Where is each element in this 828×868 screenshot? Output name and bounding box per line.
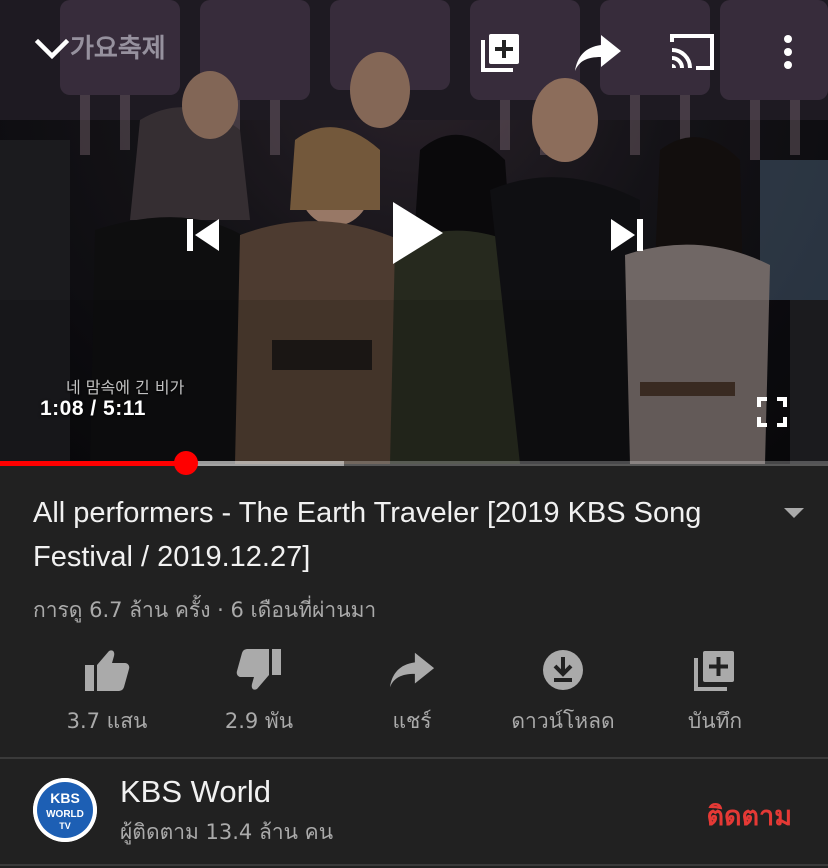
more-options-button[interactable] — [772, 30, 804, 74]
add-to-queue-button[interactable] — [476, 28, 526, 76]
chevron-down-icon — [34, 38, 70, 60]
share-label: แชร์ — [392, 709, 432, 733]
kbs-world-logo: KBS WORLD TV — [33, 778, 97, 842]
duration: 5:11 — [103, 397, 146, 420]
download-icon — [543, 650, 583, 690]
time-display: 1:08 / 5:11 — [40, 397, 146, 421]
avatar-text-tv: TV — [59, 821, 71, 831]
share-button-top[interactable] — [572, 30, 624, 76]
seek-thumb[interactable] — [174, 451, 199, 475]
subscriber-count: ผู้ติดตาม 13.4 ล้าน คน — [120, 820, 334, 844]
save-button[interactable]: บันทึก — [640, 645, 790, 741]
cast-icon — [670, 34, 714, 70]
avatar-text-world: WORLD — [46, 809, 84, 820]
cast-button[interactable] — [666, 30, 718, 74]
share-icon — [389, 652, 435, 688]
next-button[interactable] — [602, 210, 652, 260]
play-button[interactable] — [386, 196, 448, 270]
like-count: 3.7 แสน — [66, 709, 148, 733]
download-button[interactable]: ดาวน์โหลด — [488, 645, 638, 741]
skip-next-icon — [611, 219, 643, 251]
like-button[interactable]: 3.7 แสน — [32, 645, 182, 741]
caret-down-icon — [784, 508, 804, 518]
avatar-text-kbs: KBS — [50, 790, 80, 806]
subscribe-button[interactable]: ติดตาม — [706, 794, 792, 837]
save-label: บันทึก — [687, 709, 743, 733]
play-icon — [393, 202, 443, 264]
expand-description-button[interactable] — [782, 506, 806, 525]
channel-row: KBS WORLD TV KBS World ผู้ติดตาม 13.4 ล้… — [0, 760, 828, 864]
dislike-button[interactable]: 2.9 พัน — [184, 645, 334, 741]
skip-previous-icon — [187, 219, 219, 251]
previous-button[interactable] — [178, 210, 228, 260]
dislike-count: 2.9 พัน — [224, 709, 294, 733]
video-subtitle-overlay: 네 맘속에 긴 비가 — [66, 378, 185, 397]
add-to-playlist-icon — [694, 651, 734, 691]
broadcast-logo: 가요축제 — [70, 34, 166, 64]
seek-bar[interactable] — [0, 451, 828, 475]
more-vertical-icon — [784, 35, 792, 69]
action-bar: 3.7 แสน 2.9 พัน แชร์ ดาวน์โหลด บันทึก — [0, 645, 828, 741]
fullscreen-button[interactable] — [752, 392, 792, 432]
channel-avatar[interactable]: KBS WORLD TV — [33, 778, 97, 842]
current-time: 1:08 — [40, 397, 85, 420]
time-separator: / — [84, 397, 104, 420]
fullscreen-icon — [757, 397, 787, 427]
share-icon — [575, 35, 621, 71]
add-to-queue-icon — [481, 34, 519, 72]
share-button[interactable]: แชร์ — [337, 645, 487, 741]
video-player[interactable]: 가요축제 네 맘속에 긴 비가 1:08 / 5:11 — [0, 0, 828, 464]
thumbs-down-icon — [236, 649, 281, 690]
download-label: ดาวน์โหลด — [511, 709, 615, 733]
divider — [0, 864, 828, 866]
divider — [0, 757, 828, 759]
played-bar — [0, 461, 187, 466]
thumbs-up-icon — [85, 650, 130, 691]
video-title[interactable]: All performers - The Earth Traveler [201… — [33, 491, 763, 579]
video-meta: การดู 6.7 ล้าน ครั้ง · 6 เดือนที่ผ่านมา — [33, 598, 377, 622]
minimize-button[interactable] — [30, 30, 74, 70]
channel-name[interactable]: KBS World — [120, 774, 271, 810]
